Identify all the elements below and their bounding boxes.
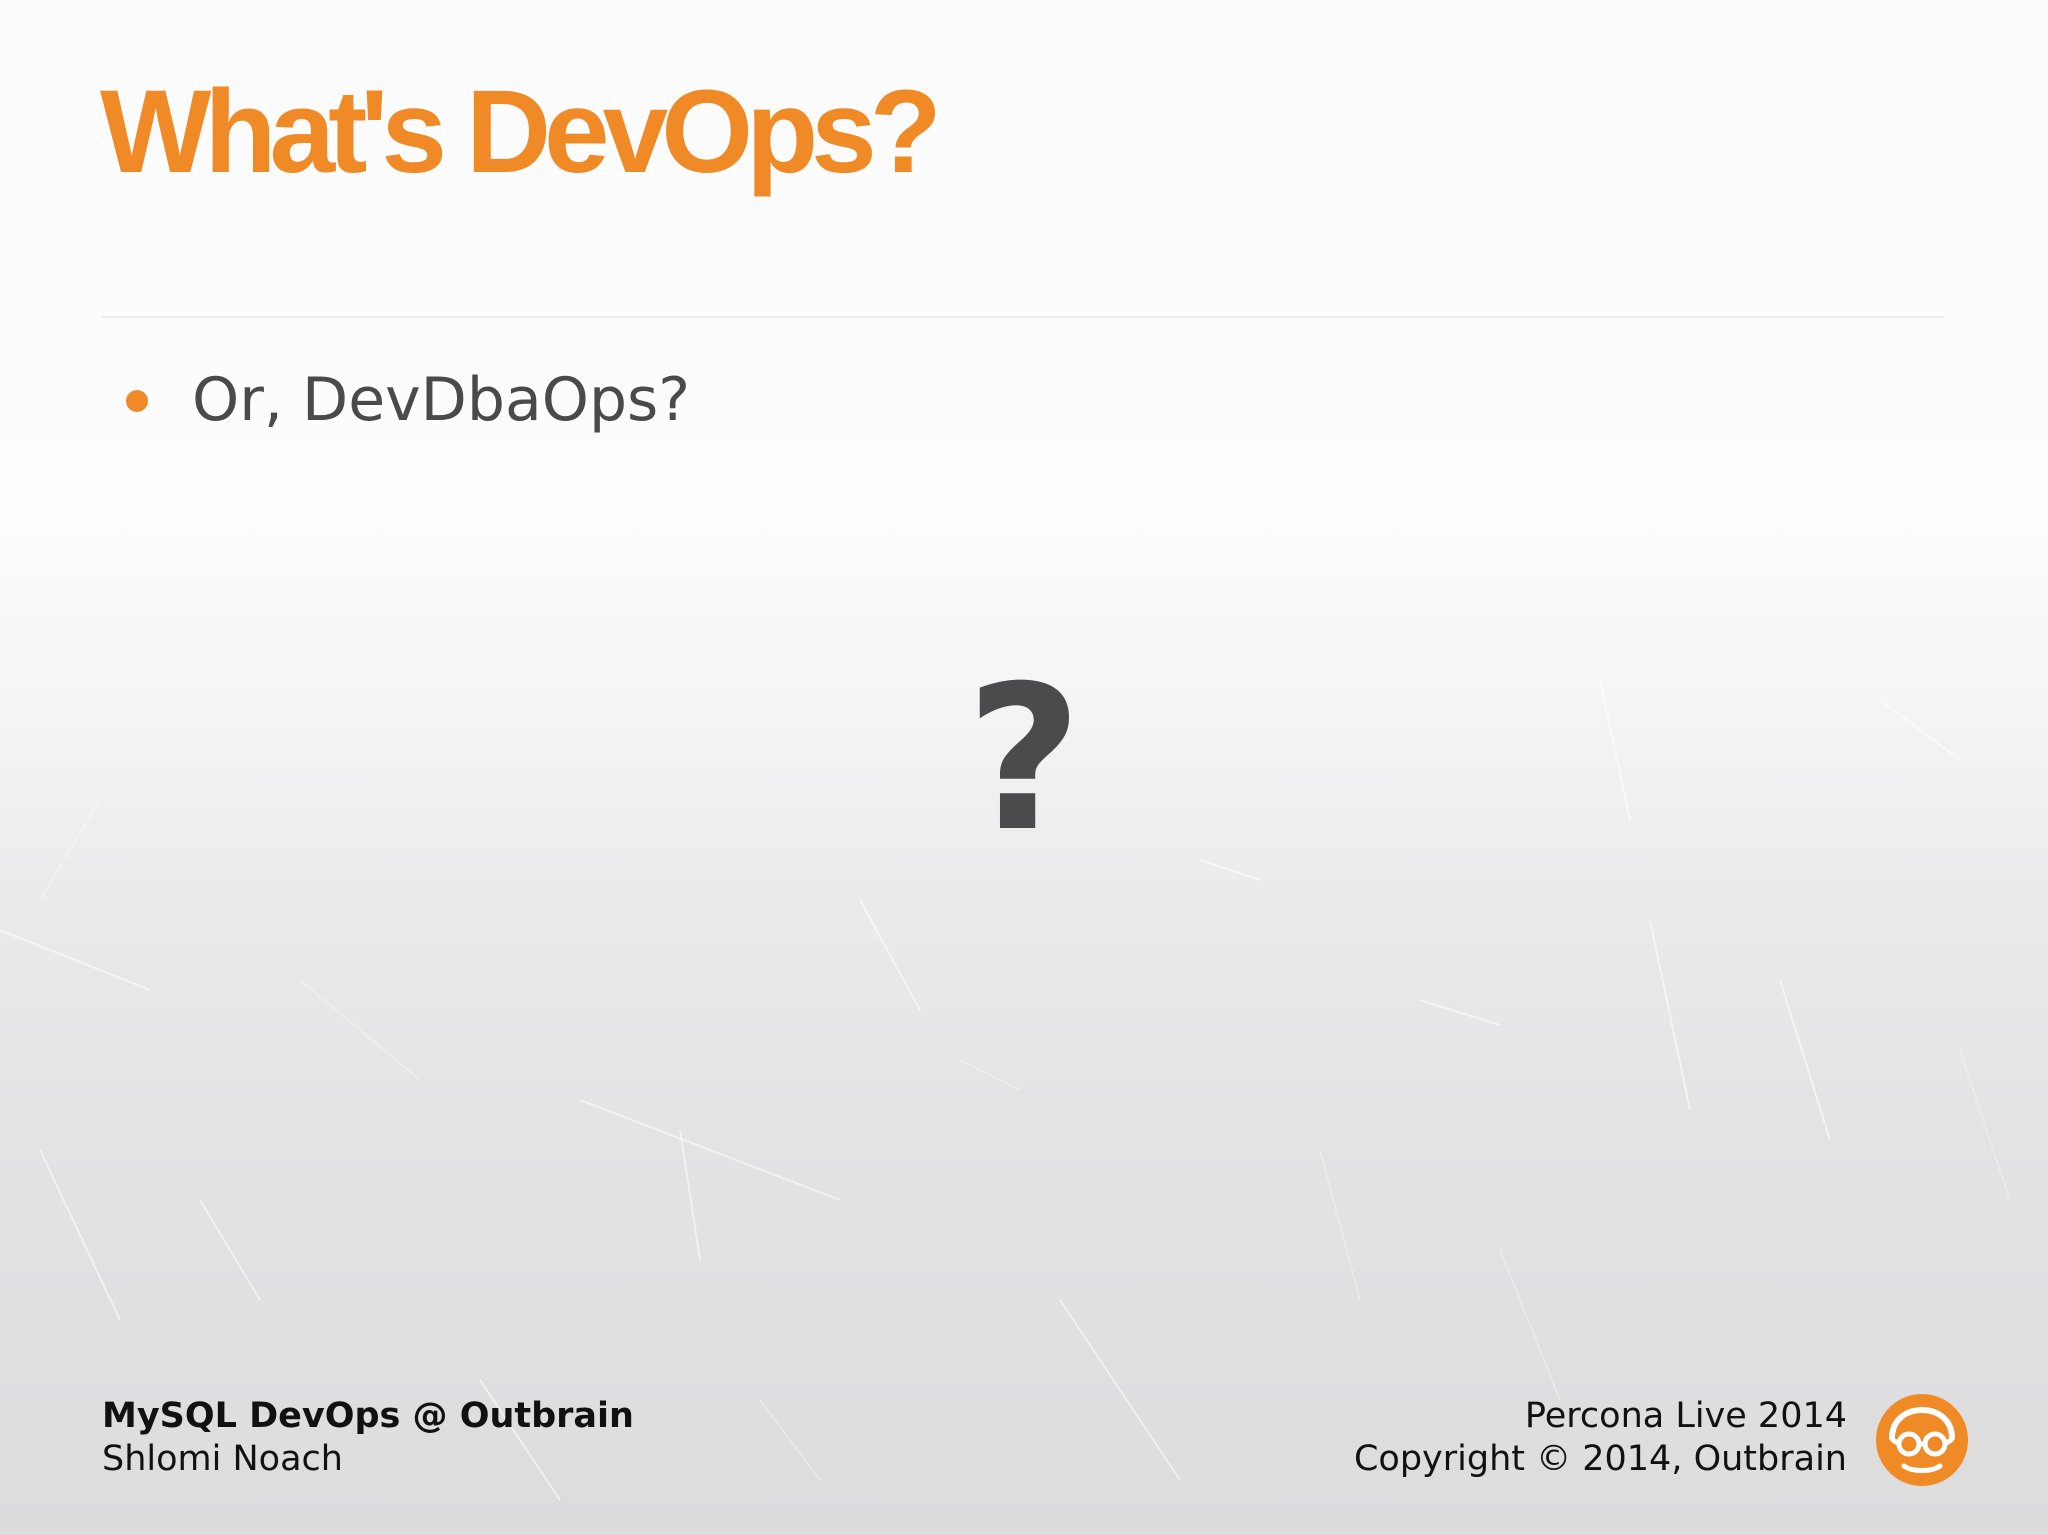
slide-title: What's DevOps? [100,66,942,198]
slide: What's DevOps? Or, DevDbaOps? ? MySQL De… [0,0,2048,1535]
footer-right: Percona Live 2014 Copyright © 2014, Outb… [1354,1395,1847,1481]
question-mark: ? [965,643,1082,876]
author-name: Shlomi Noach [102,1439,343,1479]
event-name: Percona Live 2014 [1524,1396,1847,1436]
footer-left: MySQL DevOps @ Outbrain Shlomi Noach [102,1395,634,1481]
bullet-dot-icon [126,390,148,412]
title-divider [102,316,1944,318]
copyright-notice: Copyright © 2014, Outbrain [1353,1439,1847,1479]
outbrain-glasses-icon [1876,1394,1968,1486]
presentation-title: MySQL DevOps @ Outbrain [102,1396,634,1436]
bullet-text: Or, DevDbaOps? [192,365,691,435]
